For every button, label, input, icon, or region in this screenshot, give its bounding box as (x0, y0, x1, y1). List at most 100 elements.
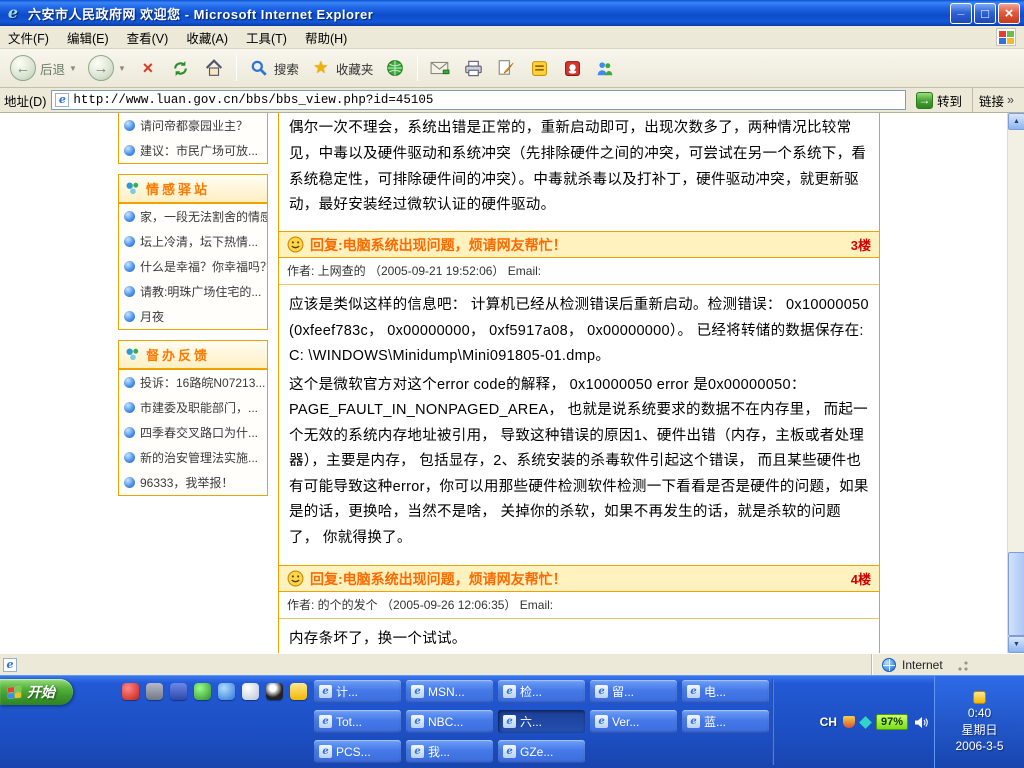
back-dropdown-icon (69, 64, 77, 73)
menu-edit[interactable]: 编辑(E) (67, 28, 109, 47)
edit-button[interactable] (491, 55, 521, 81)
maximize-button[interactable] (974, 3, 996, 24)
taskbar-button-label: MSN... (428, 685, 465, 699)
vertical-scrollbar[interactable] (1007, 113, 1024, 653)
taskbar-button[interactable]: Ver... (590, 710, 677, 733)
sidebar-item[interactable]: 96333，我举报！ (119, 470, 267, 495)
taskbar-button-label: NBC... (428, 715, 463, 729)
scheduler-tray-icon (973, 691, 986, 704)
menu-favorites[interactable]: 收藏(A) (186, 28, 228, 47)
scrollbar-thumb[interactable] (1008, 552, 1024, 636)
bullet-icon (124, 286, 135, 297)
links-button[interactable]: 链接 (972, 88, 1020, 112)
browser-viewport: 请问帝都豪园业主？ 建议：市民广场可放... 情感驿站 家，一段无法割舍的情感 … (0, 113, 1024, 653)
taskbar-button[interactable]: 蓝... (682, 710, 769, 733)
window-icon (319, 745, 332, 758)
qq-button[interactable] (557, 55, 587, 81)
quick-launch-icon-5[interactable] (218, 683, 235, 700)
window-icon (595, 685, 608, 698)
quick-launch-bar (122, 683, 307, 700)
clock-date: 2006-3-5 (955, 739, 1003, 753)
links-label: 链接 (979, 91, 1004, 110)
sidebar-item[interactable]: 投诉：16路皖N07213... (119, 370, 267, 395)
tray-shield-icon[interactable] (843, 716, 855, 728)
taskbar-button[interactable]: NBC... (406, 710, 493, 733)
menu-view[interactable]: 查看(V) (127, 28, 169, 47)
start-button[interactable]: 开始 (0, 679, 73, 705)
sidebar-link-label: 什么是幸福？你幸福吗？ (140, 258, 267, 275)
media-button[interactable] (380, 55, 410, 81)
sidebar-item[interactable]: 坛上冷清，坛下热情... (119, 229, 267, 254)
clover-icon (125, 181, 140, 196)
sidebar-item[interactable]: 月夜 (119, 304, 267, 329)
taskbar-button-label: Tot... (336, 715, 362, 729)
taskbar-button[interactable]: 检... (498, 680, 585, 703)
resize-grip[interactable] (955, 658, 969, 672)
forum-sidebar: 请问帝都豪园业主？ 建议：市民广场可放... 情感驿站 家，一段无法割舍的情感 … (118, 113, 268, 506)
quick-launch-icon-1[interactable] (122, 683, 139, 700)
clock[interactable]: 0:40 星期日 2006-3-5 (934, 676, 1024, 768)
go-button[interactable]: 转到 (911, 90, 967, 111)
taskbar-button[interactable]: 计... (314, 680, 401, 703)
input-method-indicator[interactable]: CH (820, 715, 837, 729)
discuss-button[interactable] (590, 55, 620, 81)
sidebar-item[interactable]: 建议：市民广场可放... (119, 138, 267, 163)
address-input[interactable] (73, 93, 902, 107)
sidebar-item[interactable]: 请教:明珠广场住宅的... (119, 279, 267, 304)
taskbar-button[interactable]: MSN... (406, 680, 493, 703)
back-label: 后退 (40, 59, 65, 78)
tray-diamond-icon[interactable] (859, 716, 872, 729)
sidebar-item[interactable]: 市建委及职能部门，... (119, 395, 267, 420)
scroll-down-button[interactable] (1008, 636, 1024, 653)
favorites-button[interactable]: 收藏夹 (306, 55, 378, 81)
bullet-icon (124, 452, 135, 463)
window-icon (503, 715, 516, 728)
sidebar-item[interactable]: 四季春交叉路口为什... (119, 420, 267, 445)
floor-badge: 4楼 (851, 569, 871, 588)
back-button[interactable]: 后退 (6, 53, 81, 83)
home-button[interactable] (199, 55, 229, 81)
menu-tools[interactable]: 工具(T) (246, 28, 287, 47)
volume-icon[interactable] (914, 716, 928, 729)
taskbar-button[interactable]: GZe... (498, 740, 585, 763)
forward-button[interactable] (84, 53, 130, 83)
minimize-button[interactable] (950, 3, 972, 24)
taskbar-button[interactable]: 电... (682, 680, 769, 703)
refresh-button[interactable] (166, 55, 196, 81)
quick-launch-icon-4[interactable] (194, 683, 211, 700)
messenger-button[interactable] (524, 55, 554, 81)
quick-launch-icon-6[interactable] (242, 683, 259, 700)
stop-button[interactable] (133, 55, 163, 81)
back-arrow-icon (10, 55, 36, 81)
sidebar-item[interactable]: 家，一段无法割舍的情感 (119, 204, 267, 229)
clock-weekday: 星期日 (961, 721, 997, 738)
post-text: 偶尔一次不理会，系统出错是正常的，重新启动即可，出现次数多了，两种情况比较常见，… (279, 113, 879, 231)
sidebar-item[interactable]: 什么是幸福？你幸福吗？ (119, 254, 267, 279)
taskbar-button[interactable]: PCS... (314, 740, 401, 763)
menu-help[interactable]: 帮助(H) (305, 28, 347, 47)
close-button[interactable] (998, 3, 1020, 24)
scroll-up-button[interactable] (1008, 113, 1024, 130)
search-button[interactable]: 搜索 (244, 55, 303, 81)
battery-indicator[interactable]: 97% (876, 714, 908, 730)
quick-launch-icon-3[interactable] (170, 683, 187, 700)
bullet-icon (124, 427, 135, 438)
menu-file[interactable]: 文件(F) (8, 28, 49, 47)
print-button[interactable] (458, 55, 488, 81)
reply-header: 回复:电脑系统出现问题，烦请网友帮忙！ 3楼 (279, 231, 879, 258)
sidebar-item[interactable]: 新的治安管理法实施... (119, 445, 267, 470)
quick-launch-icon-2[interactable] (146, 683, 163, 700)
quick-launch-icon-8[interactable] (290, 683, 307, 700)
mail-button[interactable] (425, 55, 455, 81)
taskbar-button[interactable]: 留... (590, 680, 677, 703)
quick-launch-icon-7[interactable] (266, 683, 283, 700)
taskbar-button[interactable]: 我... (406, 740, 493, 763)
taskbar-button-active[interactable]: 六... (498, 710, 585, 733)
bullet-icon (124, 261, 135, 272)
sidebar-link-label: 请问帝都豪园业主？ (140, 117, 248, 134)
taskbar-button[interactable]: Tot... (314, 710, 401, 733)
reply-title: 回复:电脑系统出现问题，烦请网友帮忙！ (310, 569, 567, 589)
taskbar: 开始 计... MSN... 检... 留... 电... Tot... NBC… (0, 675, 1024, 768)
sidebar-item[interactable]: 请问帝都豪园业主？ (119, 113, 267, 138)
bullet-icon (124, 120, 135, 131)
